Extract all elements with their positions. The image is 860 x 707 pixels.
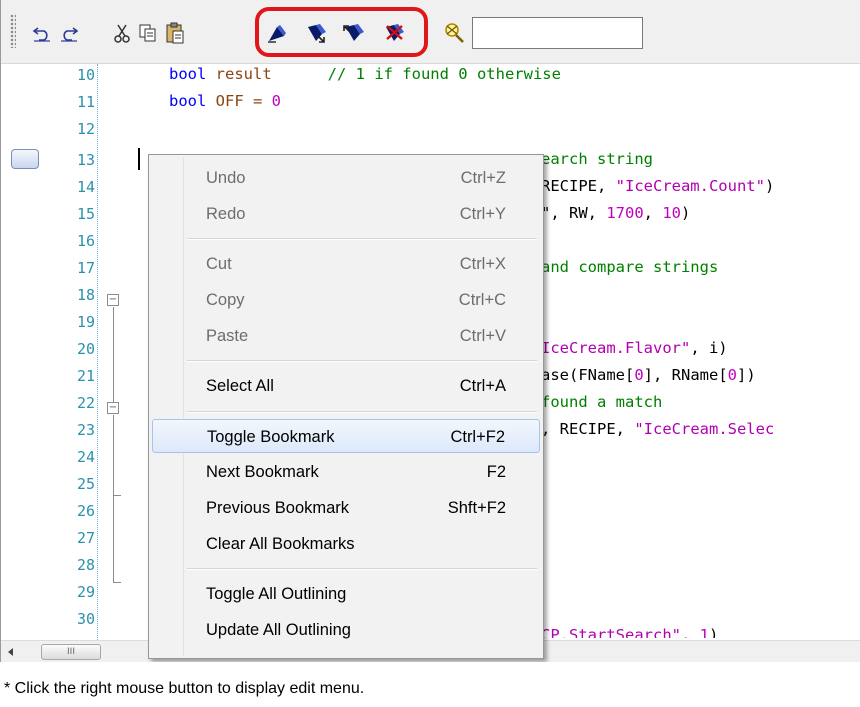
toolbar (1, 0, 860, 64)
gutter-separator (97, 64, 98, 640)
menu-separator (187, 568, 537, 570)
code-line-22: found a match (541, 393, 663, 411)
search-input[interactable] (472, 17, 643, 49)
line-number: 27 (76, 529, 95, 547)
scroll-left-icon[interactable] (3, 644, 19, 660)
menu-item-toggle-bookmark[interactable]: Toggle Bookmark Ctrl+F2 (152, 419, 540, 453)
menu-item-previous-bookmark[interactable]: Previous Bookmark Shft+F2 (152, 491, 540, 525)
outline-end (113, 582, 121, 583)
outline-line (113, 307, 114, 402)
menu-separator (187, 238, 537, 240)
code-line-21: ase(FName[0], RName[0]) (541, 366, 756, 384)
bookmark-marker (11, 149, 39, 169)
collapse-icon[interactable]: − (107, 402, 119, 414)
line-number: 16 (76, 232, 95, 250)
caption-text: * Click the right mouse button to displa… (4, 680, 365, 697)
line-number: 14 (76, 178, 95, 196)
line-number: 25 (76, 475, 95, 493)
menu-item-toggle-all-outlining[interactable]: Toggle All Outlining (152, 577, 540, 611)
redo-icon[interactable] (56, 20, 82, 46)
toggle-bookmark-icon[interactable] (265, 20, 291, 46)
line-number: 10 (76, 66, 95, 84)
code-line-11: bool OFF = 0 (169, 92, 281, 110)
menu-item-paste[interactable]: Paste Ctrl+V (152, 319, 540, 353)
find-icon[interactable] (442, 20, 468, 46)
menu-item-copy[interactable]: Copy Ctrl+C (152, 283, 540, 317)
paste-icon[interactable] (162, 20, 188, 46)
editor-window: 10 11 12 13 14 15 16 17 18 19 20 21 22 2… (0, 0, 860, 662)
code-line-13: earch string (541, 150, 653, 168)
code-line-10: bool result // 1 if found 0 otherwise (169, 65, 561, 83)
line-number: 11 (76, 93, 95, 111)
line-number: 23 (76, 421, 95, 439)
toolbar-grip[interactable] (10, 14, 16, 48)
code-line-17: and compare strings (541, 258, 719, 276)
menu-item-next-bookmark[interactable]: Next Bookmark F2 (152, 455, 540, 489)
menu-separator (187, 411, 537, 413)
line-number: 29 (76, 583, 95, 601)
copy-icon[interactable] (135, 20, 161, 46)
code-line-14: RECIPE, "IceCream.Count") (541, 177, 775, 195)
menu-separator (187, 360, 537, 362)
code-line-23: , RECIPE, "IceCream.Selec (541, 420, 775, 438)
line-number: 22 (76, 394, 95, 412)
menu-item-undo[interactable]: Undo Ctrl+Z (152, 161, 540, 195)
clear-bookmarks-icon[interactable] (382, 20, 408, 46)
line-number: 24 (76, 448, 95, 466)
context-menu: Undo Ctrl+Z Redo Ctrl+Y Cut Ctrl+X Copy … (148, 154, 544, 659)
text-caret (138, 148, 140, 170)
outline-line (113, 415, 114, 495)
thumb-grip: III (67, 647, 75, 657)
code-line-15: ", RW, 1700, 10) (541, 204, 691, 222)
line-number: 30 (76, 610, 95, 628)
outline-end (113, 495, 121, 496)
menu-item-redo[interactable]: Redo Ctrl+Y (152, 197, 540, 231)
cut-icon[interactable] (109, 20, 135, 46)
line-number: 28 (76, 556, 95, 574)
line-number: 13 (76, 151, 95, 169)
line-number: 17 (76, 259, 95, 277)
line-number: 15 (76, 205, 95, 223)
line-number: 12 (76, 120, 95, 138)
code-line-20: IceCream.Flavor", i) (541, 339, 728, 357)
line-number: 19 (76, 313, 95, 331)
collapse-icon[interactable]: − (107, 294, 119, 306)
line-number: 18 (76, 286, 95, 304)
previous-bookmark-icon[interactable] (342, 20, 368, 46)
menu-item-clear-all-bookmarks[interactable]: Clear All Bookmarks (152, 527, 540, 561)
line-number: 20 (76, 340, 95, 358)
menu-item-select-all[interactable]: Select All Ctrl+A (152, 369, 540, 403)
line-number: 21 (76, 367, 95, 385)
next-bookmark-icon[interactable] (304, 20, 330, 46)
menu-item-update-all-outlining[interactable]: Update All Outlining (152, 613, 540, 647)
menu-item-cut[interactable]: Cut Ctrl+X (152, 247, 540, 281)
code-line-30: CP.StartSearch", 1) (541, 626, 719, 638)
scrollbar-thumb[interactable]: III (41, 644, 101, 660)
outline-line (113, 496, 114, 582)
undo-icon[interactable] (29, 20, 55, 46)
line-number: 26 (76, 502, 95, 520)
